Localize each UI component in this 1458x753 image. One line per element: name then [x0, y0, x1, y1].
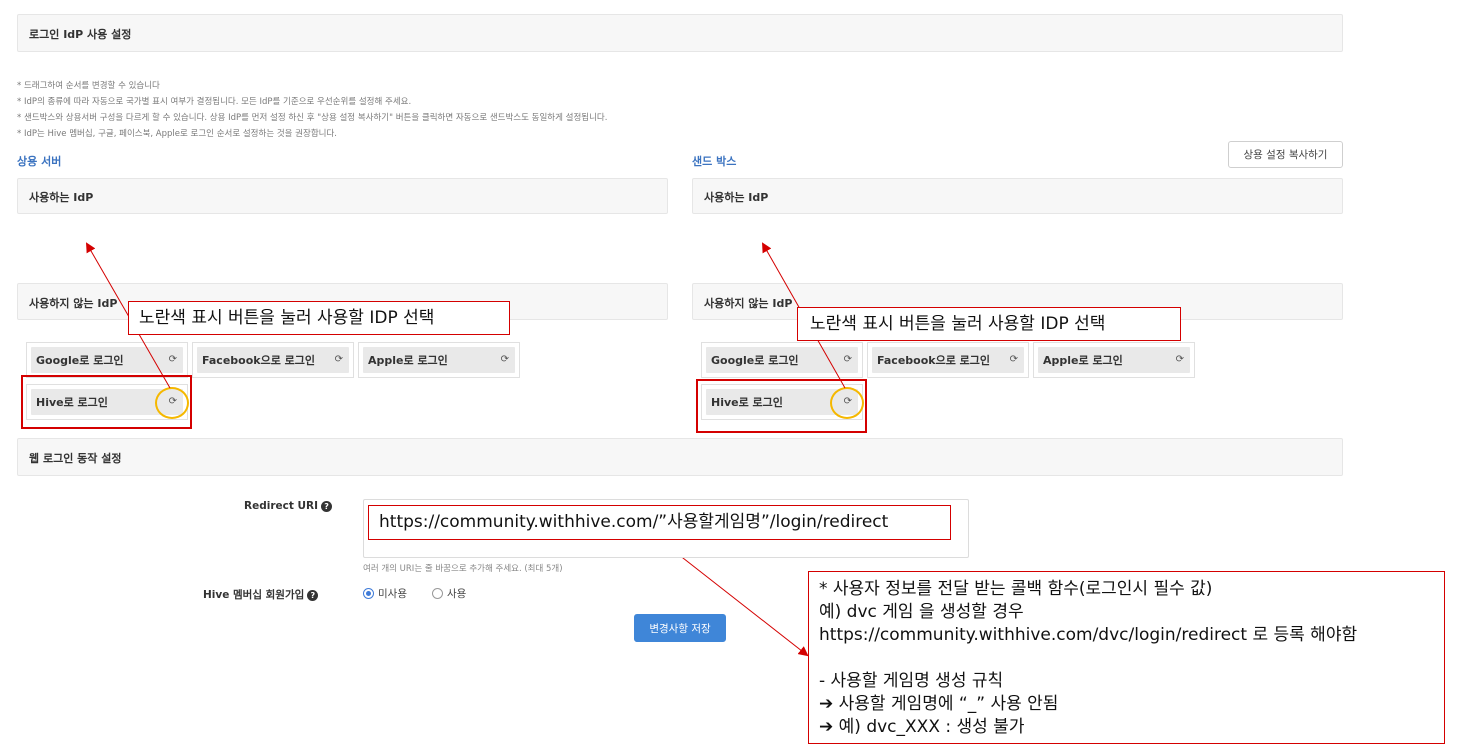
- callback-note-callout: * 사용자 정보를 전달 받는 콜백 함수(로그인시 필수 값) 예) dvc …: [808, 571, 1445, 744]
- radio-button[interactable]: [432, 588, 443, 599]
- idp-label: Facebook으로 로그인: [877, 354, 991, 367]
- note-line: - 사용할 게임명 생성 규칙: [819, 671, 1004, 691]
- help-icon[interactable]: ?: [321, 500, 333, 512]
- idp-label: Google로 로그인: [711, 354, 799, 367]
- production-used-idp-panel: 사용하는 IdP: [17, 178, 668, 214]
- select-idp-callout: 노란색 표시 버튼을 눌러 사용할 IDP 선택: [128, 301, 510, 335]
- refresh-icon[interactable]: ⟳: [501, 355, 509, 365]
- redirect-uri-label: Redirect URI?: [244, 500, 333, 512]
- note-line: ➔ 예) dvc_XXX : 생성 불가: [819, 717, 1025, 737]
- note-line: ➔ 사용할 게임명에 “_” 사용 안됨: [819, 694, 1059, 714]
- production-unused-idp-title: 사용하지 않는 IdP: [29, 297, 118, 310]
- production-used-idp-title: 사용하는 IdP: [29, 191, 94, 204]
- refresh-icon[interactable]: ⟳: [1010, 355, 1018, 365]
- note-line: * 드래그하여 순서를 변경할 수 있습니다: [17, 81, 160, 91]
- idp-card-google[interactable]: Google로 로그인 ⟳: [26, 342, 188, 378]
- sandbox-used-idp-title: 사용하는 IdP: [704, 191, 769, 204]
- membership-signup-label: Hive 멤버십 회원가입?: [203, 587, 319, 602]
- idp-label: Apple로 로그인: [368, 354, 448, 367]
- idp-label: Apple로 로그인: [1043, 354, 1123, 367]
- copy-production-settings-button[interactable]: 상용 설정 복사하기: [1228, 141, 1343, 168]
- sandbox-unused-idp-title: 사용하지 않는 IdP: [704, 297, 793, 310]
- web-login-panel: 웹 로그인 동작 설정: [17, 438, 1343, 476]
- refresh-icon[interactable]: ⟳: [169, 355, 177, 365]
- select-idp-callout: 노란색 표시 버튼을 눌러 사용할 IDP 선택: [797, 307, 1181, 341]
- radio-label: 사용: [447, 588, 467, 600]
- highlight-circle: [830, 387, 864, 419]
- refresh-icon[interactable]: ⟳: [335, 355, 343, 365]
- idp-card-facebook[interactable]: Facebook으로 로그인 ⟳: [192, 342, 354, 378]
- idp-settings-panel: 로그인 IdP 사용 설정: [17, 14, 1343, 52]
- idp-card-google[interactable]: Google로 로그인 ⟳: [701, 342, 863, 378]
- idp-label: Google로 로그인: [36, 354, 124, 367]
- refresh-icon[interactable]: ⟳: [1176, 355, 1184, 365]
- note-line: * 사용자 정보를 전달 받는 콜백 함수(로그인시 필수 값): [819, 579, 1213, 599]
- radio-label: 미사용: [378, 588, 407, 600]
- note-line: 예) dvc 게임 을 생성할 경우: [819, 602, 1024, 622]
- idp-label: Facebook으로 로그인: [202, 354, 316, 367]
- radio-option-used[interactable]: 사용: [432, 586, 466, 601]
- help-icon[interactable]: ?: [307, 589, 319, 601]
- radio-option-unused[interactable]: 미사용: [363, 586, 407, 601]
- idp-settings-title: 로그인 IdP 사용 설정: [29, 28, 132, 41]
- refresh-icon[interactable]: ⟳: [844, 355, 852, 365]
- idp-card-facebook[interactable]: Facebook으로 로그인 ⟳: [867, 342, 1029, 378]
- idp-card-apple[interactable]: Apple로 로그인 ⟳: [358, 342, 520, 378]
- web-login-title: 웹 로그인 동작 설정: [29, 452, 122, 465]
- membership-signup-label-text: Hive 멤버십 회원가입: [203, 589, 305, 601]
- radio-button-selected[interactable]: [363, 588, 374, 599]
- redirect-uri-hint: 여러 개의 URI는 줄 바꿈으로 추가해 주세요. (최대 5개): [363, 564, 563, 574]
- redirect-uri-label-text: Redirect URI: [244, 500, 319, 512]
- idp-card-apple[interactable]: Apple로 로그인 ⟳: [1033, 342, 1195, 378]
- note-line: * IdP는 Hive 멤버십, 구글, 페이스북, Apple로 로그인 순서…: [17, 129, 337, 139]
- note-line: [819, 647, 1434, 670]
- save-changes-button[interactable]: 변경사항 저장: [634, 614, 726, 642]
- note-line: * 샌드박스와 상용서버 구성을 다르게 할 수 있습니다. 상용 IdP를 먼…: [17, 113, 608, 123]
- redirect-example-callout: https://community.withhive.com/”사용할게임명”/…: [368, 505, 951, 540]
- production-label: 상용 서버: [17, 155, 62, 168]
- note-line: https://community.withhive.com/dvc/login…: [819, 625, 1358, 645]
- sandbox-used-idp-panel: 사용하는 IdP: [692, 178, 1343, 214]
- highlight-circle: [155, 387, 189, 419]
- note-line: * IdP의 종류에 따라 자동으로 국가별 표시 여부가 결정됩니다. 모든 …: [17, 97, 412, 107]
- sandbox-label: 샌드 박스: [692, 155, 737, 168]
